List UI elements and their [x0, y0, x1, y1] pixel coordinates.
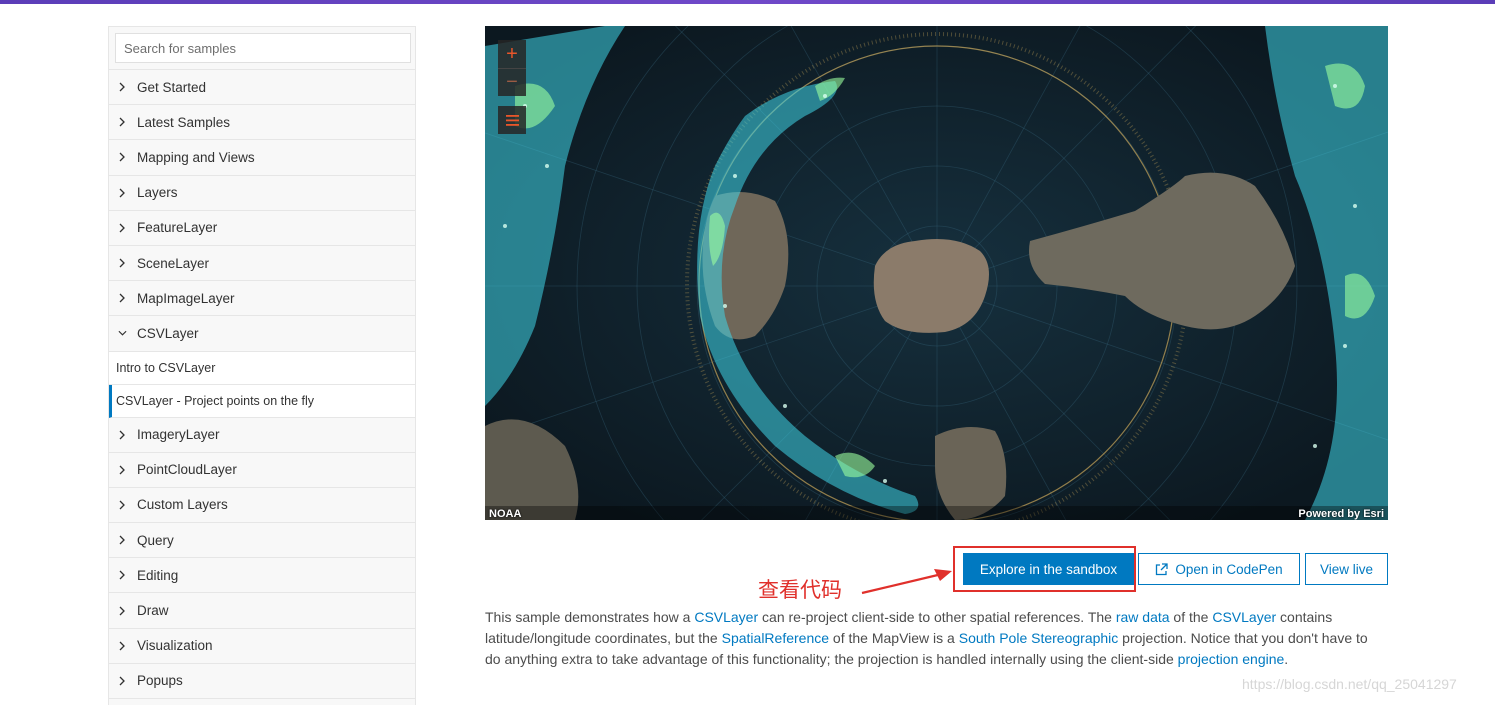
sidebar-item-imagerylayer[interactable]: ImageryLayer — [109, 418, 415, 453]
chevron-right-icon — [118, 82, 127, 92]
watermark-text: https://blog.csdn.net/qq_25041297 — [1242, 676, 1457, 692]
chevron-right-icon — [118, 258, 127, 268]
spatialreference-link[interactable]: SpatialReference — [722, 630, 829, 646]
desc-text: can re-project client-side to other spat… — [758, 609, 1116, 625]
chevron-right-icon — [118, 500, 127, 510]
sidebar-item-mapping-and-views[interactable]: Mapping and Views — [109, 140, 415, 176]
chevron-right-icon — [118, 153, 127, 162]
sidebar-item-popups[interactable]: Popups — [109, 664, 415, 699]
sidebar-item-scenelayer[interactable]: SceneLayer — [109, 246, 415, 282]
sidebar-item-label: Layers — [137, 185, 178, 201]
sidebar-item-latest-samples[interactable]: Latest Samples — [109, 105, 415, 141]
sidebar-item-label: SceneLayer — [137, 255, 210, 271]
zoom-in-button[interactable]: + — [498, 40, 526, 68]
sidebar-item-label: FeatureLayer — [137, 220, 218, 236]
sidebar-item-label: Custom Layers — [137, 497, 228, 513]
attribution-bar — [485, 506, 1388, 520]
sidebar-item-label: PointCloudLayer — [137, 462, 237, 478]
sidebar-item-label: CSVLayer — [137, 325, 199, 341]
sidebar-item-label: Visualization — [137, 638, 213, 654]
csvlayer-link-2[interactable]: CSVLayer — [1212, 609, 1276, 625]
chevron-right-icon — [118, 223, 127, 233]
chevron-right-icon — [118, 188, 127, 198]
sidebar-item-draw[interactable]: Draw — [109, 593, 415, 629]
samples-sidebar: Get Started Latest Samples Mapping and Vie… — [108, 26, 416, 705]
sidebar-item-label: Get Started — [137, 79, 207, 95]
sample-description: This sample demonstrates how a CSVLayer … — [485, 607, 1385, 670]
top-accent-bar — [0, 0, 1495, 4]
search-input[interactable] — [115, 33, 411, 63]
sidebar-subitem-label: Intro to CSVLayer — [116, 360, 216, 375]
open-codepen-button[interactable]: Open in CodePen — [1138, 553, 1300, 585]
annotation-text: 查看代码 — [758, 578, 842, 602]
sidebar-subitem-label: CSVLayer - Project points on the fly — [116, 393, 315, 408]
desc-text: This sample demonstrates how a — [485, 609, 695, 625]
view-live-button[interactable]: View live — [1305, 553, 1388, 585]
sidebar-item-label: Mapping and Views — [137, 149, 255, 165]
raw-data-link[interactable]: raw data — [1116, 609, 1170, 625]
chevron-right-icon — [118, 606, 127, 615]
sidebar-item-label: Editing — [137, 567, 179, 583]
chevron-right-icon — [118, 117, 127, 127]
sidebar-subitem-intro-csvlayer[interactable]: Intro to CSVLayer — [109, 351, 415, 385]
sidebar-item-editing[interactable]: Editing — [109, 558, 415, 594]
chevron-down-icon — [118, 329, 127, 338]
chevron-right-icon — [118, 535, 127, 545]
map-canvas — [485, 26, 1388, 520]
annotation-highlight-box — [953, 546, 1136, 592]
zoom-control: + − — [498, 40, 526, 134]
sidebar-item-label: Draw — [137, 603, 169, 619]
chevron-right-icon — [118, 293, 127, 303]
sidebar-item-label: ImageryLayer — [137, 427, 220, 443]
desc-text: of the — [1169, 609, 1213, 625]
csvlayer-link[interactable]: CSVLayer — [694, 609, 758, 625]
zoom-out-button[interactable]: − — [498, 68, 526, 96]
open-codepen-label: Open in CodePen — [1175, 561, 1283, 577]
chevron-right-icon — [118, 676, 127, 686]
search-container — [109, 27, 415, 70]
layer-list-button[interactable] — [498, 106, 526, 134]
desc-text: of the MapView is a — [829, 630, 959, 646]
sidebar-item-pointcloudlayer[interactable]: PointCloudLayer — [109, 453, 415, 488]
annotation-arrow-icon — [861, 569, 952, 595]
attribution-powered-by[interactable]: Powered by Esri — [1298, 508, 1384, 520]
sidebar-item-featurelayer[interactable]: FeatureLayer — [109, 211, 415, 246]
chevron-right-icon — [118, 641, 127, 651]
chevron-right-icon — [118, 430, 127, 440]
sidebar-item-get-started[interactable]: Get Started — [109, 70, 415, 106]
chevron-right-icon — [118, 465, 127, 475]
desc-text: . — [1284, 651, 1289, 667]
south-pole-stereographic-link[interactable]: South Pole Stereographic — [959, 630, 1119, 646]
sidebar-item-custom-layers[interactable]: Custom Layers — [109, 488, 415, 524]
sidebar-item-mapimagelayer[interactable]: MapImageLayer — [109, 281, 415, 317]
map-view[interactable]: + − NOAA Powered by Esri — [485, 26, 1388, 520]
chevron-right-icon — [118, 570, 127, 580]
sidebar-item-label: MapImageLayer — [137, 290, 235, 306]
projection-engine-link[interactable]: projection engine — [1178, 651, 1285, 667]
hamburger-icon — [505, 109, 519, 132]
attribution-source: NOAA — [489, 508, 522, 520]
external-link-icon — [1155, 562, 1168, 576]
view-live-label: View live — [1319, 561, 1374, 577]
sidebar-item-label: Query — [137, 532, 174, 548]
sidebar-item-label: Popups — [137, 673, 183, 689]
sidebar-item-csvlayer[interactable]: CSVLayer — [109, 316, 415, 352]
sidebar-item-layers[interactable]: Layers — [109, 176, 415, 211]
sidebar-item-visualization[interactable]: Visualization — [109, 629, 415, 664]
sidebar-item-query[interactable]: Query — [109, 523, 415, 559]
sidebar-subitem-project-points[interactable]: CSVLayer - Project points on the fly — [109, 384, 415, 418]
sidebar-item-label: Latest Samples — [137, 114, 231, 130]
